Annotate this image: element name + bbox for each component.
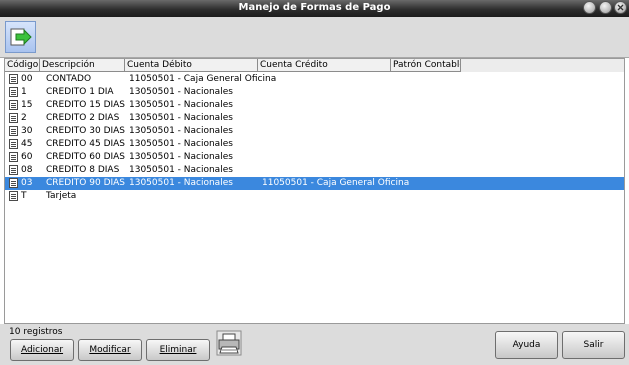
cell-descripcion: CREDITO 2 DIAS [46, 113, 120, 123]
record-count: 10 registros [9, 327, 63, 337]
column-header-patron-contable[interactable]: Patrón Contable [391, 59, 461, 72]
print-button[interactable] [215, 330, 243, 356]
column-header-descripcion[interactable]: Descripción [40, 59, 125, 72]
cell-codigo: 15 [21, 100, 33, 110]
document-icon [9, 191, 18, 201]
document-icon [9, 152, 18, 162]
table-row[interactable]: 03 CREDITO 90 DIAS 13050501 - Nacionales 11… [5, 177, 624, 190]
printer-icon [216, 330, 242, 356]
cell-descripcion: CREDITO 45 DIAS [46, 139, 126, 149]
cell-descripcion: CREDITO 8 DIAS [46, 165, 120, 175]
cell-codigo: 03 [21, 178, 33, 188]
toolbar [0, 17, 629, 58]
cell-codigo: 08 [21, 165, 33, 175]
footer: 10 registros Adicionar Modificar Elimina… [0, 324, 629, 365]
table-row[interactable]: 30 CREDITO 30 DIAS 13050501 - Nacionales [5, 125, 624, 138]
cell-debito: 13050501 - Nacionales [129, 178, 233, 188]
cell-codigo: 30 [21, 126, 33, 136]
arrow-right-icon [10, 28, 32, 46]
table-row[interactable]: 15 CREDITO 15 DIAS 13050501 - Nacionales [5, 99, 624, 112]
modificar-button[interactable]: Modificar [78, 339, 142, 361]
minimize-icon[interactable] [583, 1, 596, 14]
cell-codigo: T [21, 191, 27, 201]
window-title: Manejo de Formas de Pago [238, 2, 391, 13]
cell-descripcion: Tarjeta [46, 191, 77, 201]
cell-debito: 13050501 - Nacionales [129, 87, 233, 97]
payment-methods-table: Código Descripción Cuenta Débito Cuenta … [4, 58, 625, 324]
table-row[interactable]: 45 CREDITO 45 DIAS 13050501 - Nacionales [5, 138, 624, 151]
table-row[interactable]: 1 CREDITO 1 DIA 13050501 - Nacionales [5, 86, 624, 99]
cell-descripcion: CREDITO 1 DIA [46, 87, 114, 97]
column-header-cuenta-credito[interactable]: Cuenta Crédito [258, 59, 391, 72]
document-icon [9, 113, 18, 123]
cell-descripcion: CREDITO 60 DIAS [46, 152, 126, 162]
document-icon [9, 74, 18, 84]
document-icon [9, 87, 18, 97]
document-icon [9, 139, 18, 149]
ayuda-button[interactable]: Ayuda [495, 331, 558, 359]
close-icon[interactable] [614, 1, 627, 14]
cell-debito: 13050501 - Nacionales [129, 113, 233, 123]
table-row[interactable]: 2 CREDITO 2 DIAS 13050501 - Nacionales [5, 112, 624, 125]
title-bar: Manejo de Formas de Pago [0, 0, 629, 17]
document-icon [9, 100, 18, 110]
cell-debito: 11050501 - Caja General Oficina [129, 74, 277, 84]
cell-debito: 13050501 - Nacionales [129, 100, 233, 110]
document-icon [9, 165, 18, 175]
cell-debito: 13050501 - Nacionales [129, 126, 233, 136]
cell-descripcion: CREDITO 90 DIAS [46, 178, 126, 188]
cell-descripcion: CREDITO 30 DIAS [46, 126, 126, 136]
cell-descripcion: CONTADO [46, 74, 92, 84]
next-button[interactable] [5, 21, 36, 53]
table-header: Código Descripción Cuenta Débito Cuenta … [5, 59, 624, 72]
cell-debito: 13050501 - Nacionales [129, 139, 233, 149]
cell-credito: 11050501 - Caja General Oficina [262, 178, 410, 188]
adicionar-button[interactable]: Adicionar [10, 339, 74, 361]
salir-button[interactable]: Salir [562, 331, 625, 359]
cell-codigo: 00 [21, 74, 33, 84]
cell-codigo: 1 [21, 87, 27, 97]
eliminar-button[interactable]: Eliminar [146, 339, 210, 361]
table-row[interactable]: 08 CREDITO 8 DIAS 13050501 - Nacionales [5, 164, 624, 177]
cell-debito: 13050501 - Nacionales [129, 152, 233, 162]
cell-debito: 13050501 - Nacionales [129, 165, 233, 175]
cell-descripcion: CREDITO 15 DIAS [46, 100, 126, 110]
maximize-icon[interactable] [599, 1, 612, 14]
column-header-codigo[interactable]: Código [5, 59, 40, 72]
table-row[interactable]: 00 CONTADO 11050501 - Caja General Oficina [5, 73, 624, 86]
column-header-cuenta-debito[interactable]: Cuenta Débito [125, 59, 258, 72]
document-icon [9, 126, 18, 136]
document-icon [9, 178, 18, 188]
table-row[interactable]: 60 CREDITO 60 DIAS 13050501 - Nacionales [5, 151, 624, 164]
cell-codigo: 45 [21, 139, 33, 149]
cell-codigo: 60 [21, 152, 33, 162]
table-row[interactable]: T Tarjeta [5, 190, 624, 203]
cell-codigo: 2 [21, 113, 27, 123]
